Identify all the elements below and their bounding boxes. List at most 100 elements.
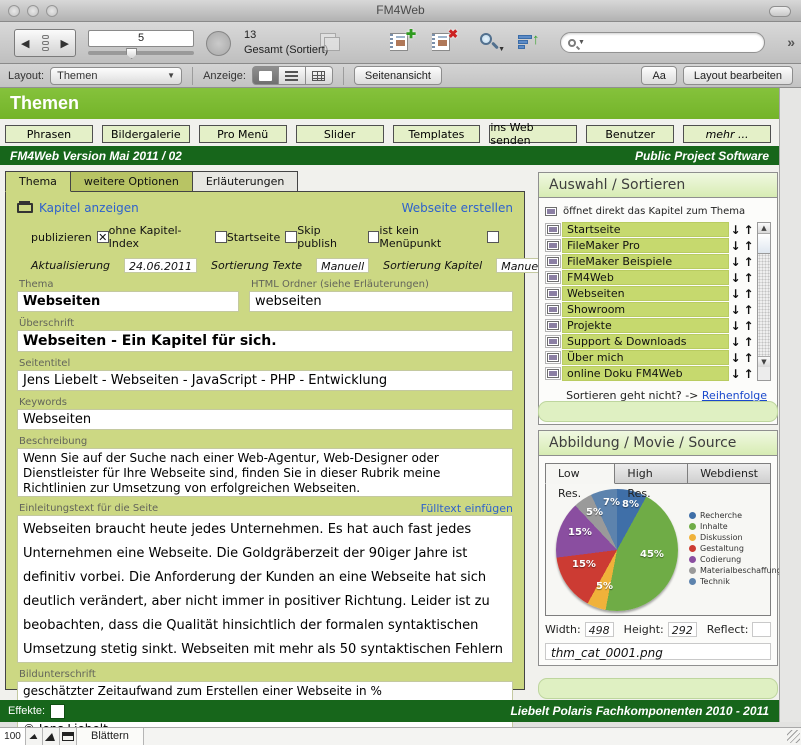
beschreibung-field[interactable]: Wenn Sie auf der Suche nach einer Web-Ag… [17, 448, 513, 497]
move-down-icon[interactable]: ↓ [729, 255, 742, 269]
seitentitel-field[interactable]: Jens Liebelt - Webseiten - JavaScript - … [17, 370, 513, 391]
next-record-icon[interactable]: ▶ [61, 37, 69, 50]
height-field[interactable]: 292 [668, 622, 697, 637]
scroll-up-icon[interactable]: ▲ [758, 223, 770, 234]
nav-button-slider[interactable]: Slider [296, 125, 384, 143]
width-field[interactable]: 498 [585, 622, 614, 637]
zoom-percentage-field[interactable]: 100 [0, 728, 26, 745]
move-up-icon[interactable]: ↑ [742, 271, 755, 285]
move-down-icon[interactable]: ↓ [729, 287, 742, 301]
move-down-icon[interactable]: ↓ [729, 303, 742, 317]
record-slider[interactable] [88, 51, 194, 55]
record-navigation[interactable]: ◀ ▶ [14, 29, 76, 57]
list-item: Projekte↓↑ [545, 318, 755, 333]
checkbox-label-startseite: Startseite [227, 231, 281, 244]
kapitel-open-icon [547, 353, 559, 362]
aktualisierung-field[interactable]: 24.06.2011 [124, 258, 197, 273]
new-record-icon[interactable]: ✚ [388, 31, 414, 55]
page-view-button[interactable]: Seitenansicht [354, 66, 442, 85]
found-set-pie-icon[interactable] [206, 31, 231, 56]
keywords-field[interactable]: Webseiten [17, 409, 513, 430]
tab-weitere-optionen[interactable]: weitere Optionen [71, 171, 193, 192]
checkbox-box-2[interactable] [285, 231, 297, 243]
html-ordner-field[interactable]: webseiten [249, 291, 513, 312]
move-up-icon[interactable]: ↑ [742, 255, 755, 269]
table-view-button[interactable] [306, 66, 333, 85]
nav-button-mehr[interactable]: mehr ... [683, 125, 771, 143]
move-up-icon[interactable]: ↑ [742, 367, 755, 381]
list-scrollbar[interactable]: ▲ ▼ [757, 222, 771, 381]
resize-grip[interactable] [787, 730, 800, 743]
move-up-icon[interactable]: ↑ [742, 303, 755, 317]
list-view-button[interactable] [279, 66, 306, 85]
scroll-down-icon[interactable]: ▼ [758, 356, 770, 367]
checkbox-box-4[interactable] [487, 231, 499, 243]
formatting-bar-button[interactable]: Aa [641, 66, 676, 85]
nav-button-pro-menu[interactable]: Pro Menü [199, 125, 287, 143]
zoom-in-icon[interactable] [43, 728, 60, 745]
search-caret-icon[interactable]: ▼ [578, 39, 585, 46]
form-view-icon [259, 71, 272, 81]
tab-erlaeuterungen[interactable]: Erläuterungen [193, 171, 299, 192]
tab-high-res[interactable]: High Res. [615, 463, 688, 484]
toolbar-overflow-icon[interactable]: » [787, 34, 795, 50]
move-down-icon[interactable]: ↓ [729, 367, 742, 381]
move-down-icon[interactable]: ↓ [729, 335, 742, 349]
move-down-icon[interactable]: ↓ [729, 223, 742, 237]
ueberschrift-field[interactable]: Webseiten - Ein Kapitel für sich. [17, 330, 513, 352]
quick-find[interactable]: ▼ [560, 32, 765, 53]
nav-button-phrasen[interactable]: Phrasen [5, 125, 93, 143]
fuelltext-einfuegen-link[interactable]: Fülltext einfügen [421, 502, 513, 515]
kapitel-anzeigen-link[interactable]: Kapitel anzeigen [39, 201, 139, 215]
filename-field[interactable]: thm_cat_0001.png [545, 643, 771, 660]
nav-button-templates[interactable]: Templates [393, 125, 481, 143]
layout-dropdown-value: Themen [57, 70, 97, 82]
move-down-icon[interactable]: ↓ [729, 319, 742, 333]
table-view-icon [312, 71, 325, 81]
sortierung-texte-field[interactable]: Manuell [316, 258, 369, 273]
book-binding-icon [42, 35, 49, 51]
thema-field[interactable]: Webseiten [17, 291, 239, 312]
current-record-field[interactable]: 5 [88, 30, 194, 47]
move-up-icon[interactable]: ↑ [742, 287, 755, 301]
previous-record-icon[interactable]: ◀ [21, 37, 29, 50]
move-up-icon[interactable]: ↑ [742, 335, 755, 349]
tab-thema[interactable]: Thema [5, 171, 71, 192]
nav-button-benutzer[interactable]: Benutzer [586, 125, 674, 143]
bildunterschrift-field[interactable]: geschätzter Zeitaufwand zum Erstellen ei… [17, 681, 513, 701]
move-down-icon[interactable]: ↓ [729, 239, 742, 253]
webseite-erstellen-link[interactable]: Webseite erstellen [402, 201, 513, 215]
scrollbar-thumb[interactable] [758, 234, 770, 254]
search-input[interactable] [587, 35, 764, 51]
move-up-icon[interactable]: ↑ [742, 239, 755, 253]
toolbar-visibility-icon[interactable] [60, 728, 77, 745]
form-view-button[interactable] [252, 66, 279, 85]
mode-selector[interactable]: Blättern [77, 728, 144, 745]
einleitungstext-field[interactable]: Webseiten braucht heute jedes Unternehme… [17, 515, 513, 663]
tab-low-res[interactable]: Low Res. [545, 463, 615, 484]
tab-webdienst[interactable]: Webdienst [688, 463, 771, 484]
reflect-field[interactable] [752, 622, 771, 637]
move-down-icon[interactable]: ↓ [729, 351, 742, 365]
checkbox-box-1[interactable] [215, 231, 227, 243]
move-up-icon[interactable]: ↑ [742, 351, 755, 365]
delete-record-icon[interactable]: ✖ [430, 31, 456, 55]
layout-dropdown[interactable]: Themen ▼ [50, 67, 182, 85]
nav-button-ins-web-senden[interactable]: ins Web senden [489, 125, 577, 143]
nav-button-bildergalerie[interactable]: Bildergalerie [102, 125, 190, 143]
edit-layout-button[interactable]: Layout bearbeiten [683, 66, 793, 85]
pie-slice-label: 15% [568, 527, 592, 538]
checkbox-box-3[interactable] [368, 231, 380, 243]
effekte-checkbox[interactable] [51, 705, 64, 718]
zoom-out-icon[interactable] [26, 728, 43, 745]
move-down-icon[interactable]: ↓ [729, 271, 742, 285]
move-up-icon[interactable]: ↑ [742, 223, 755, 237]
checkbox-box-0[interactable] [97, 231, 109, 243]
legend-swatch [689, 534, 696, 541]
move-up-icon[interactable]: ↑ [742, 319, 755, 333]
sortierung-texte-label: Sortierung Texte [211, 259, 302, 272]
record-slider-thumb[interactable] [126, 48, 137, 59]
toolbar-toggle-button[interactable] [769, 6, 791, 17]
find-icon[interactable]: ▼ [478, 31, 504, 55]
sort-icon[interactable]: ↑ [518, 31, 544, 55]
